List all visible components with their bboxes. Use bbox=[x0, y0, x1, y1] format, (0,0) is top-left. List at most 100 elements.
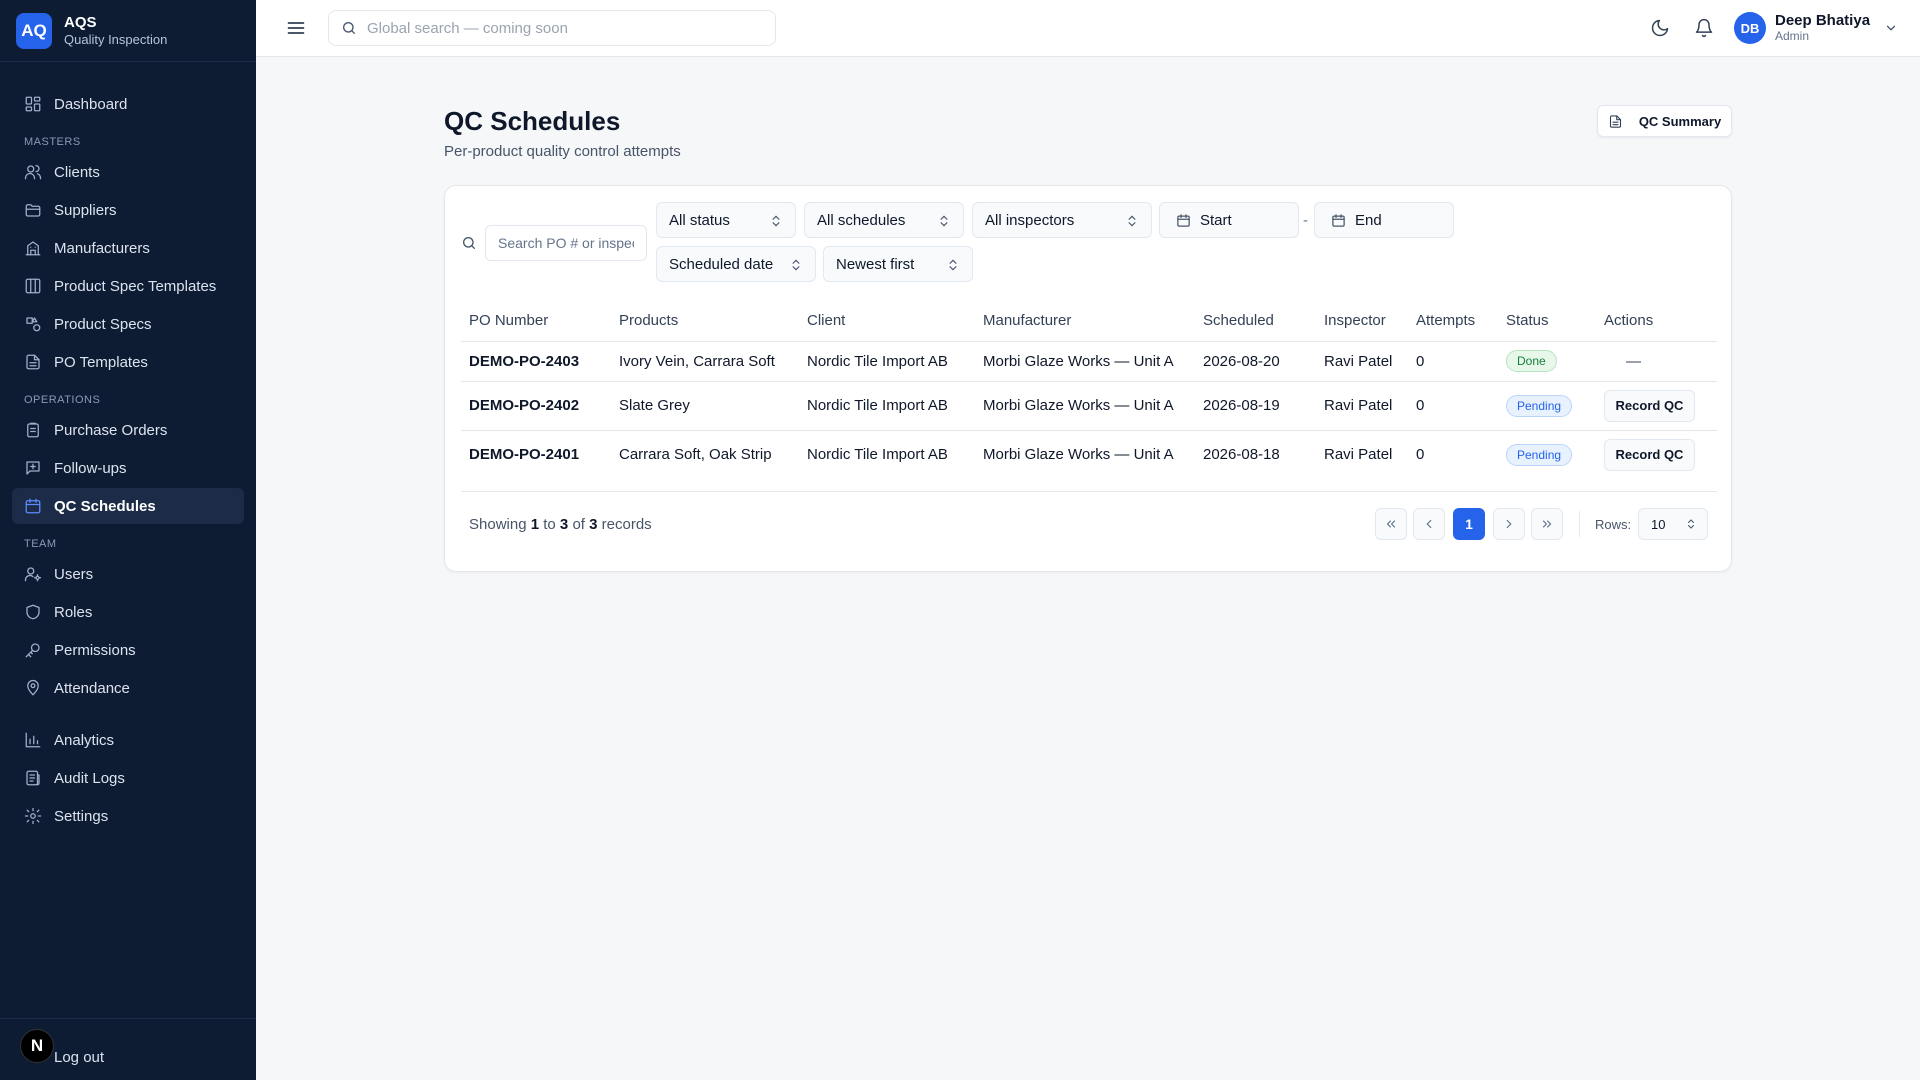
last-page-button[interactable] bbox=[1531, 508, 1563, 540]
sidebar-item-follow-ups[interactable]: Follow-ups bbox=[12, 450, 244, 486]
end-date-label: End bbox=[1355, 211, 1382, 229]
sidebar-item-suppliers[interactable]: Suppliers bbox=[12, 192, 244, 228]
sidebar-item-product-spec-templates[interactable]: Product Spec Templates bbox=[12, 268, 244, 304]
calendar-icon bbox=[1177, 213, 1190, 227]
global-search-input[interactable] bbox=[367, 19, 767, 37]
schedules-filter-value: All schedules bbox=[817, 211, 906, 229]
column-header[interactable]: Status bbox=[1498, 301, 1596, 342]
user-role: Admin bbox=[1775, 28, 1810, 43]
folder-icon bbox=[24, 201, 42, 219]
sidebar-item-label: Roles bbox=[54, 603, 93, 621]
end-date-picker[interactable]: End bbox=[1314, 202, 1454, 238]
column-header[interactable]: Client bbox=[799, 301, 975, 342]
filter-search-input[interactable] bbox=[485, 225, 647, 261]
sidebar-item-roles[interactable]: Roles bbox=[12, 594, 244, 630]
logout-button[interactable]: Log out bbox=[54, 1049, 104, 1066]
sidebar-item-label: Manufacturers bbox=[54, 239, 150, 257]
table-header-row: PO Number Products Client Manufacturer S… bbox=[461, 301, 1717, 342]
inspectors-filter[interactable]: All inspectors bbox=[972, 202, 1152, 238]
dashboard-icon bbox=[24, 95, 42, 113]
rows-per-page-select[interactable]: 10 bbox=[1638, 508, 1708, 540]
record-qc-button[interactable]: Record QC bbox=[1604, 389, 1695, 422]
next-page-button[interactable] bbox=[1493, 508, 1525, 540]
brand[interactable]: AQ AQS Quality Inspection bbox=[0, 0, 256, 62]
manufacturer: Morbi Glaze Works — Unit A bbox=[975, 341, 1195, 382]
sort-order-select[interactable]: Newest first bbox=[823, 246, 973, 282]
sidebar-item-permissions[interactable]: Permissions bbox=[12, 632, 244, 668]
column-header[interactable]: Manufacturer bbox=[975, 301, 1195, 342]
sidebar-item-product-specs[interactable]: Product Specs bbox=[12, 306, 244, 342]
sidebar-item-label: Attendance bbox=[54, 679, 130, 697]
bell-icon[interactable] bbox=[1694, 18, 1714, 38]
status-filter[interactable]: All status bbox=[656, 202, 796, 238]
inspector: Ravi Patel bbox=[1316, 381, 1408, 431]
sidebar-item-label: Clients bbox=[54, 163, 100, 181]
key-icon bbox=[24, 641, 42, 659]
sidebar-item-manufacturers[interactable]: Manufacturers bbox=[12, 230, 244, 266]
page-button-current[interactable]: 1 bbox=[1453, 508, 1485, 540]
sidebar-item-label: Purchase Orders bbox=[54, 421, 168, 439]
chevrons-right-icon bbox=[1542, 520, 1552, 528]
divider bbox=[461, 491, 1717, 492]
column-header[interactable]: Scheduled bbox=[1195, 301, 1316, 342]
column-header[interactable]: Products bbox=[611, 301, 799, 342]
gear-icon bbox=[24, 807, 42, 825]
chevron-updown-icon bbox=[772, 215, 780, 227]
table-row[interactable]: DEMO-PO-2403 Ivory Vein, Carrara Soft No… bbox=[461, 341, 1717, 382]
column-header[interactable]: Inspector bbox=[1316, 301, 1408, 342]
columns-icon bbox=[24, 277, 42, 295]
sidebar-item-clients[interactable]: Clients bbox=[12, 154, 244, 190]
sidebar-item-attendance[interactable]: Attendance bbox=[12, 670, 244, 706]
qc-summary-button[interactable]: QC Summary bbox=[1597, 105, 1732, 137]
client: Nordic Tile Import AB bbox=[799, 341, 975, 382]
chevron-down-icon bbox=[1886, 25, 1896, 31]
rows-per-page-value: 10 bbox=[1651, 516, 1666, 532]
date-range-separator: - bbox=[1303, 212, 1308, 229]
calendar-icon bbox=[24, 497, 42, 515]
sidebar-item-settings[interactable]: Settings bbox=[12, 798, 244, 834]
sidebar-item-po-templates[interactable]: PO Templates bbox=[12, 344, 244, 380]
user-key-icon bbox=[24, 565, 42, 583]
table-row[interactable]: DEMO-PO-2401 Carrara Soft, Oak Strip Nor… bbox=[461, 430, 1717, 479]
attempts: 0 bbox=[1416, 446, 1425, 464]
menu-icon[interactable] bbox=[286, 18, 306, 38]
schedules-filter[interactable]: All schedules bbox=[804, 202, 964, 238]
inspector: Ravi Patel bbox=[1324, 446, 1393, 464]
moon-icon[interactable] bbox=[1650, 18, 1670, 38]
sidebar-item-analytics[interactable]: Analytics bbox=[12, 722, 244, 758]
sidebar-item-audit-logs[interactable]: Audit Logs bbox=[12, 760, 244, 796]
prev-page-button[interactable] bbox=[1413, 508, 1445, 540]
sidebar-item-dashboard[interactable]: Dashboard bbox=[12, 86, 244, 122]
records-summary: Showing 1 to 3 of 3 records bbox=[469, 516, 652, 533]
inspectors-filter-value: All inspectors bbox=[985, 211, 1075, 229]
first-page-button[interactable] bbox=[1375, 508, 1407, 540]
column-header[interactable]: PO Number bbox=[461, 301, 611, 342]
sidebar-item-users[interactable]: Users bbox=[12, 556, 244, 592]
page-subtitle: Per-product quality control attempts bbox=[444, 143, 681, 160]
chevron-updown-icon bbox=[1688, 519, 1694, 529]
products: Carrara Soft, Oak Strip bbox=[619, 446, 772, 464]
brand-logo: AQ bbox=[16, 12, 52, 49]
record-qc-button[interactable]: Record QC bbox=[1604, 438, 1695, 471]
scheduled-date: 2026-08-20 bbox=[1195, 341, 1316, 382]
start-date-picker[interactable]: Start bbox=[1159, 202, 1299, 238]
sidebar: AQ AQS Quality Inspection Dashboard MAST… bbox=[0, 0, 256, 1080]
global-search[interactable] bbox=[328, 10, 776, 46]
sidebar-item-purchase-orders[interactable]: Purchase Orders bbox=[12, 412, 244, 448]
sidebar-item-qc-schedules[interactable]: QC Schedules bbox=[12, 488, 244, 524]
po-number: DEMO-PO-2402 bbox=[461, 381, 611, 431]
qc-schedules-table: PO Number Products Client Manufacturer S… bbox=[461, 301, 1717, 479]
divider bbox=[1579, 511, 1580, 537]
sidebar-nav: Dashboard MASTERS Clients Suppliers Manu… bbox=[0, 62, 256, 834]
sidebar-item-label: Settings bbox=[54, 807, 109, 825]
section-label-masters: MASTERS bbox=[24, 136, 81, 148]
user-menu[interactable]: DB Deep Bhatiya Admin bbox=[1734, 12, 1898, 44]
column-header[interactable]: Attempts bbox=[1408, 301, 1498, 342]
sidebar-item-label: Product Specs bbox=[54, 315, 152, 333]
po-number: DEMO-PO-2403 bbox=[461, 341, 611, 382]
manufacturer: Morbi Glaze Works — Unit A bbox=[975, 381, 1195, 431]
sort-field-select[interactable]: Scheduled date bbox=[656, 246, 816, 282]
sidebar-item-label: Audit Logs bbox=[54, 769, 125, 787]
table-row[interactable]: DEMO-PO-2402 Slate Grey Nordic Tile Impo… bbox=[461, 381, 1717, 431]
n-logo-badge[interactable]: N bbox=[20, 1029, 54, 1063]
